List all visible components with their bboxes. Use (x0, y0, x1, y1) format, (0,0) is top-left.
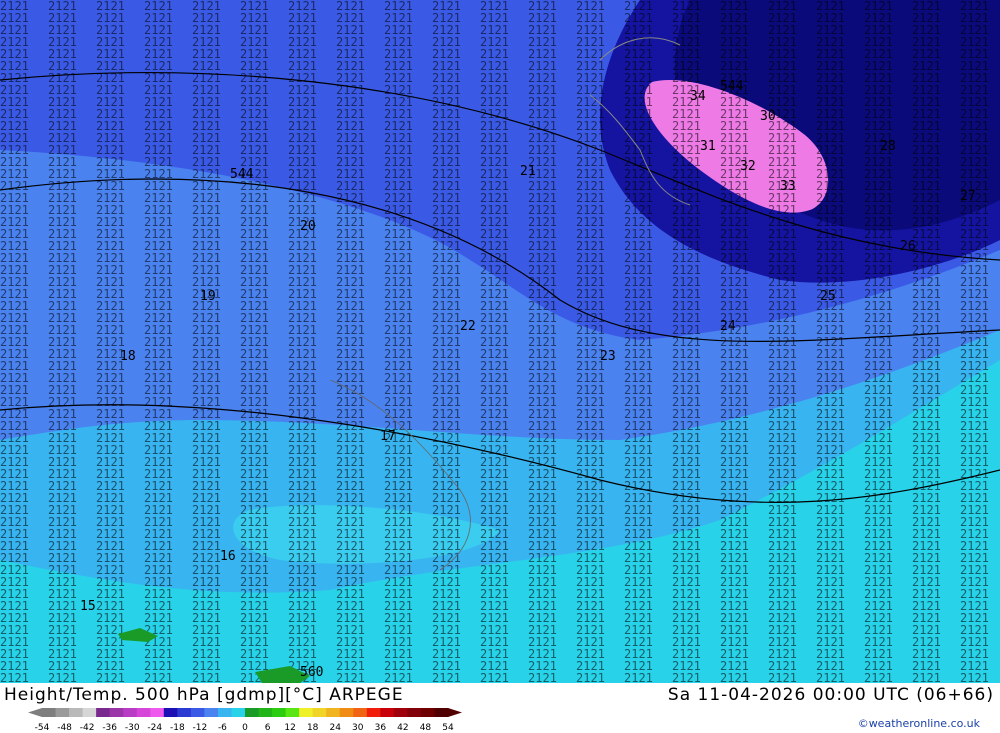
scale-swatch (245, 708, 260, 717)
scale-swatch (204, 708, 219, 717)
contour-label: 27 (960, 189, 976, 204)
contour-number-texture (0, 0, 1000, 683)
contour-label: 25 (820, 289, 836, 304)
contour-label: 22 (460, 319, 476, 334)
scale-swatch (393, 708, 408, 717)
scale-arrow-left (28, 708, 42, 717)
contour-label: 24 (720, 319, 736, 334)
scale-tick-label: 48 (420, 723, 432, 732)
scale-tick-label: 6 (265, 723, 271, 732)
contour-label: 32 (740, 159, 756, 174)
scale-swatch (326, 708, 341, 717)
contour-label: 34 (690, 89, 706, 104)
scale-tick-label: 24 (329, 723, 341, 732)
scale-swatch (96, 708, 111, 717)
scale-swatch (407, 708, 422, 717)
contour-label: 23 (600, 349, 616, 364)
contour-label: 20 (300, 219, 316, 234)
scale-swatch (434, 708, 449, 717)
scale-tick-label: -54 (35, 723, 50, 732)
scale-tick-label: 30 (352, 723, 364, 732)
scale-tick-label: -36 (102, 723, 117, 732)
scale-swatch (217, 708, 232, 717)
scale-tick-label: 42 (397, 723, 408, 732)
scale-swatch (163, 708, 178, 717)
scale-tick-label: -18 (170, 723, 185, 732)
scale-tick-label: -6 (218, 723, 227, 732)
scale-swatch (69, 708, 84, 717)
contour-label: 560 (300, 665, 323, 680)
footer: Height/Temp. 500 hPa [gdmp][°C] ARPEGE S… (0, 683, 1000, 733)
scale-swatch (190, 708, 205, 717)
scale-swatch (150, 708, 165, 717)
scale-tick-label: 12 (284, 723, 295, 732)
forecast-datetime: Sa 11-04-2026 00:00 UTC (06+66) (667, 685, 994, 705)
contour-label: 33 (780, 179, 796, 194)
scale-tick-label: 18 (307, 723, 319, 732)
scale-swatch (339, 708, 354, 717)
contour-label: 544 (230, 167, 254, 182)
weather-map: 2121 21201918171615222324252627283031323… (0, 0, 1000, 683)
scale-tick-label: 36 (375, 723, 387, 732)
scale-swatch (299, 708, 314, 717)
contour-label: 16 (220, 549, 236, 564)
scale-tick-label: -12 (193, 723, 208, 732)
color-scale-ticks: -54 -48 -42 -36 -30 -24 -18 -12 -6 0 6 12 18 24 30 36 42… (35, 723, 454, 732)
color-scale-swatches (28, 708, 462, 717)
scale-swatch (177, 708, 192, 717)
contour-label: 30 (760, 109, 776, 124)
contour-label: 26 (900, 239, 916, 254)
contour-label: 19 (200, 289, 216, 304)
credit-link[interactable]: ©weatheronline.co.uk (858, 717, 980, 730)
scale-swatch (420, 708, 435, 717)
scale-swatch (258, 708, 273, 717)
contour-label: 15 (80, 599, 96, 614)
scale-tick-label: -24 (147, 723, 162, 732)
scale-swatch (42, 708, 57, 717)
scale-swatch (136, 708, 151, 717)
scale-tick-label: 0 (242, 723, 248, 732)
contour-label: 544 (720, 79, 744, 94)
temperature-field: 2121 21201918171615222324252627283031323… (0, 0, 1000, 683)
scale-swatch (312, 708, 327, 717)
scale-swatch (366, 708, 381, 717)
scale-tick-label: -30 (125, 723, 140, 732)
color-scale-legend: -54 -48 -42 -36 -30 -24 -18 -12 -6 0 6 12 18 24 30 36 42… (28, 708, 462, 732)
scale-swatch (109, 708, 124, 717)
contour-label: 21 (520, 164, 536, 179)
scale-swatch (82, 708, 97, 717)
contour-label: 31 (700, 139, 716, 154)
scale-swatch (55, 708, 70, 717)
contour-label: 18 (120, 349, 136, 364)
scale-tick-label: -48 (57, 723, 72, 732)
scale-swatch (285, 708, 300, 717)
contour-label: 17 (380, 429, 396, 444)
scale-swatch (380, 708, 395, 717)
scale-swatch (231, 708, 246, 717)
scale-tick-label: 54 (442, 723, 454, 732)
scale-swatch (272, 708, 287, 717)
contour-label: 28 (880, 139, 896, 154)
map-title: Height/Temp. 500 hPa [gdmp][°C] ARPEGE (4, 685, 404, 705)
scale-arrow-right (448, 708, 462, 717)
scale-swatch (123, 708, 138, 717)
scale-tick-label: -42 (80, 723, 95, 732)
scale-swatch (353, 708, 368, 717)
